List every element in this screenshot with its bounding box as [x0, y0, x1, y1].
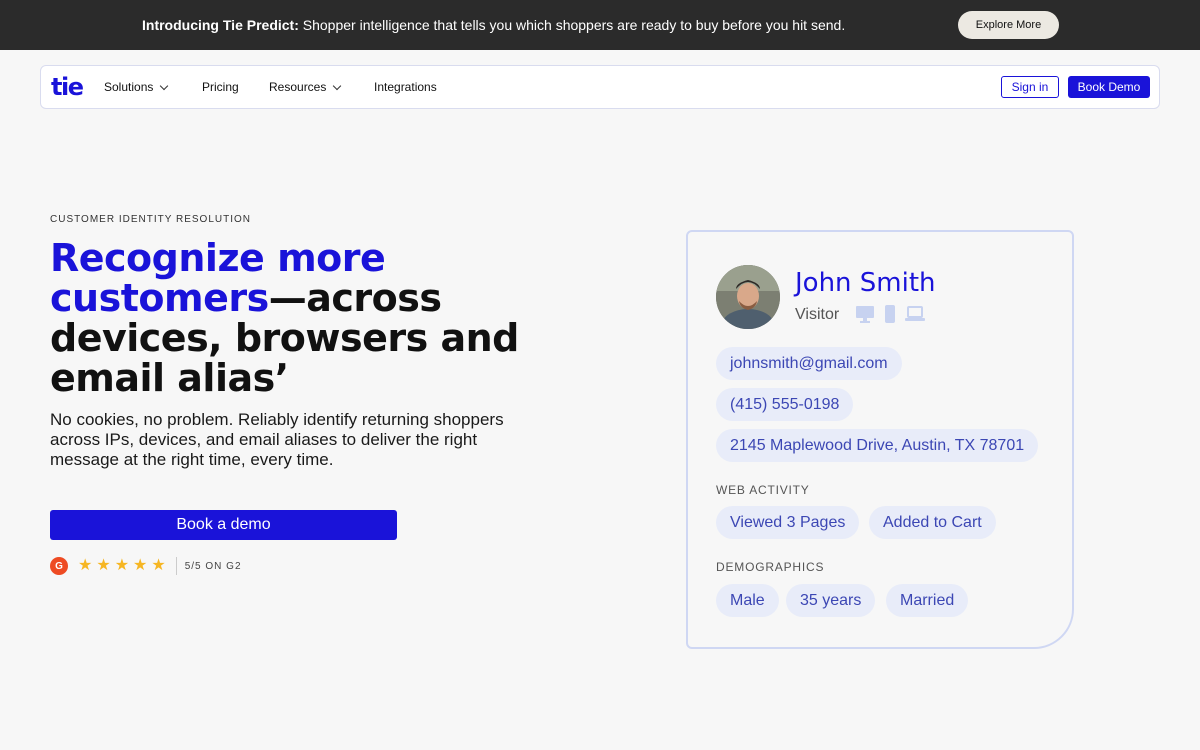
hero-subtext: No cookies, no problem. Reliably identif… [50, 410, 504, 469]
nav-item-resources[interactable]: Resources [269, 80, 342, 94]
hero-headline: Recognize more customers—across devices,… [50, 238, 570, 398]
nav-item-label: Integrations [374, 80, 437, 94]
g2-logo-icon: G [50, 557, 68, 575]
book-a-demo-button[interactable]: Book a demo [50, 510, 397, 540]
activity-pill: Viewed 3 Pages [716, 506, 860, 539]
device-icons [855, 305, 925, 323]
nav-item-label: Resources [269, 80, 327, 94]
rating-divider [175, 557, 177, 575]
demographic-pill: 35 years [786, 584, 876, 617]
laptop-icon [905, 306, 925, 321]
phone-pill: (415) 555-0198 [716, 388, 854, 421]
g2-rating: G ★ ★ ★ ★ ★ 5/5 ON G2 [50, 557, 242, 575]
star-icon: ★ [114, 557, 130, 574]
demographics-label: DEMOGRAPHICS [716, 560, 825, 574]
main-nav: tie Solutions Pricing Resources Integrat… [40, 65, 1160, 109]
chevron-down-icon [333, 81, 342, 90]
web-activity-label: WEB ACTIVITY [716, 483, 810, 497]
hero-eyebrow: CUSTOMER IDENTITY RESOLUTION [50, 214, 251, 225]
announcement-bar: Introducing Tie Predict: Shopper intelli… [0, 0, 1200, 50]
nav-item-label: Solutions [104, 80, 154, 94]
explore-more-button[interactable]: Explore More [958, 11, 1059, 39]
star-icon: ★ [133, 557, 148, 574]
announcement-message: Introducing Tie Predict: Shopper intelli… [142, 16, 845, 34]
desktop-icon [856, 306, 874, 323]
profile-status: Visitor [795, 306, 840, 323]
nav-item-label: Pricing [202, 80, 239, 94]
tie-logo[interactable]: tie [51, 74, 84, 100]
activity-pill: Added to Cart [869, 506, 996, 539]
star-icon: ★ [151, 557, 166, 574]
nav-item-integrations[interactable]: Integrations [374, 80, 437, 94]
star-icon: ★ [96, 557, 111, 574]
chevron-down-icon [160, 81, 169, 90]
avatar [716, 265, 780, 329]
profile-name: John Smith [795, 268, 936, 298]
address-pill: 2145 Maplewood Drive, Austin, TX 78701 [716, 429, 1039, 462]
phone-icon [885, 305, 895, 323]
sign-in-button[interactable]: Sign in [1001, 76, 1059, 98]
nav-item-pricing[interactable]: Pricing [202, 80, 239, 94]
avatar-photo [716, 265, 780, 329]
book-demo-nav-button[interactable]: Book Demo [1068, 76, 1150, 98]
star-icon: ★ [78, 557, 93, 574]
profile-card: John Smith Visitor johnsmith@gmail.com (… [686, 230, 1074, 649]
star-rating: ★ ★ ★ ★ ★ [78, 557, 166, 575]
demographic-pill: Male [716, 584, 779, 617]
announcement-text: Shopper intelligence that tells you whic… [298, 17, 846, 33]
rating-text: 5/5 ON G2 [184, 560, 242, 572]
nav-item-solutions[interactable]: Solutions [104, 80, 169, 94]
announcement-lead: Introducing Tie Predict: [142, 17, 299, 33]
demographic-pill: Married [886, 584, 969, 617]
email-pill: johnsmith@gmail.com [716, 347, 902, 380]
